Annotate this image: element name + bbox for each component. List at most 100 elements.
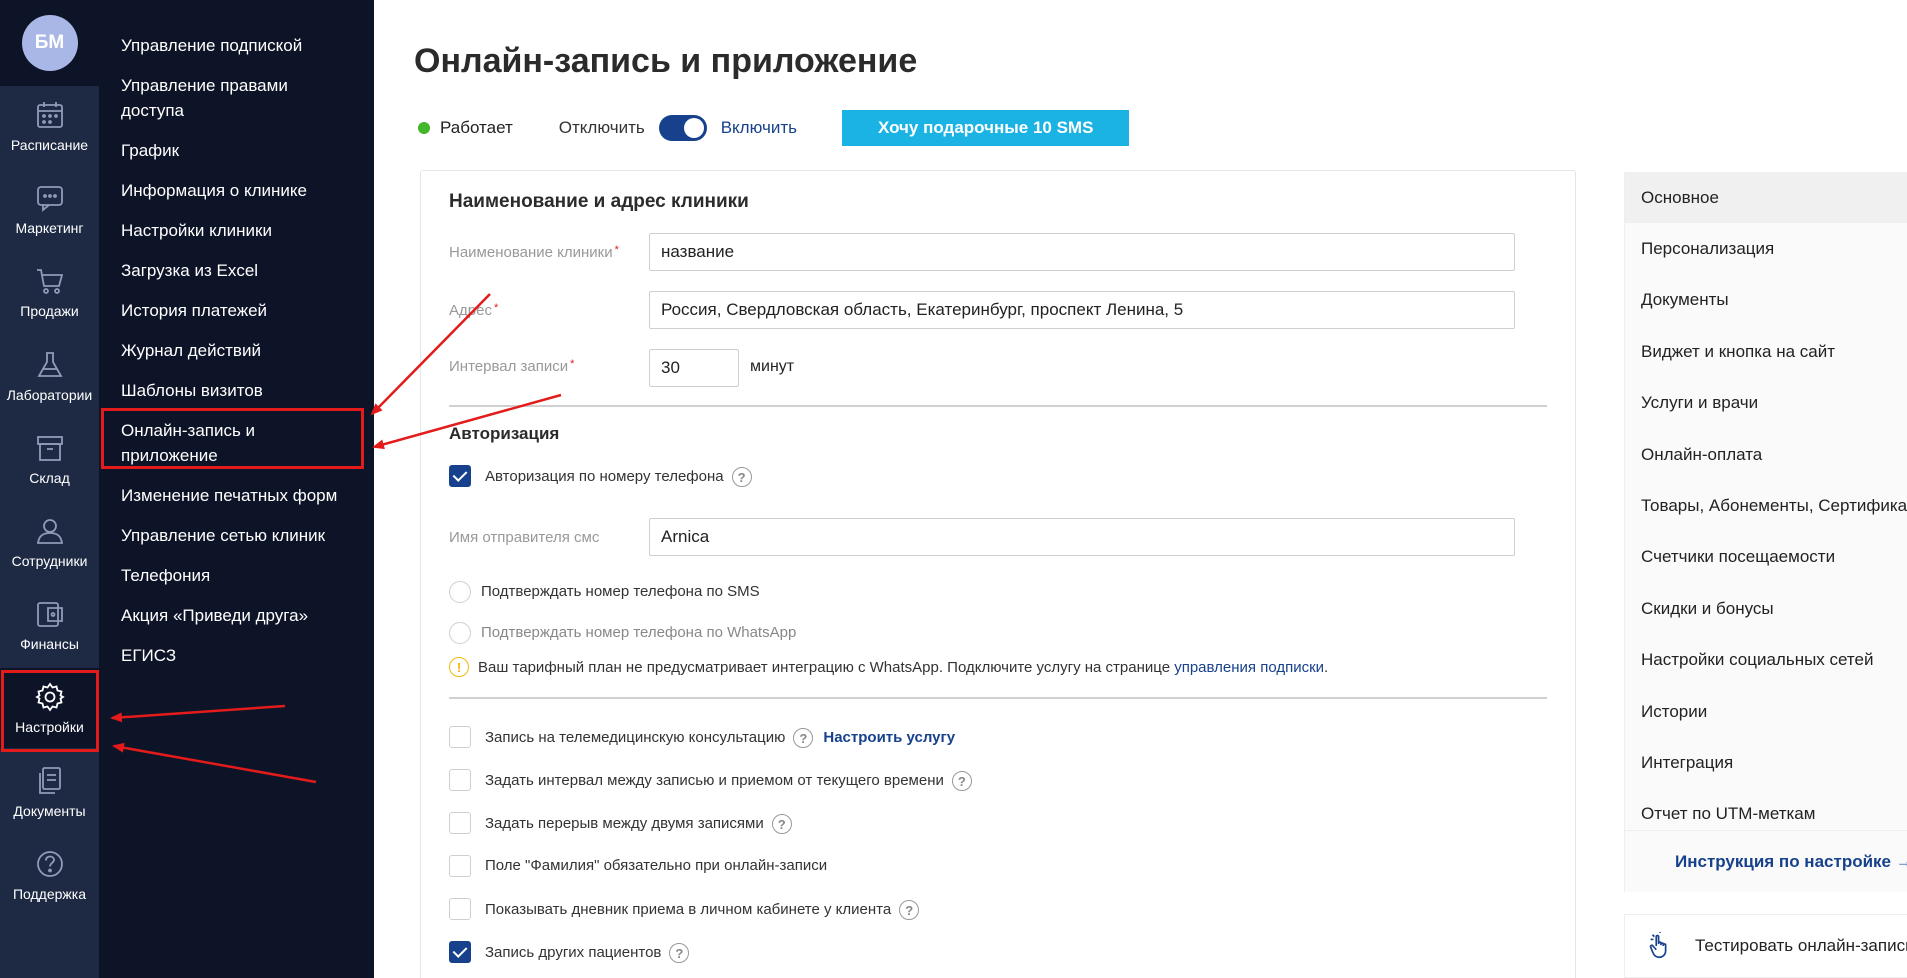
status-row: Работает Отключить Включить Хочу подароч… bbox=[418, 110, 1130, 146]
setup-instruction-link[interactable]: Инструкция по настройке → bbox=[1625, 830, 1907, 892]
main-content: Онлайн-запись и приложение Работает Откл… bbox=[374, 0, 1907, 978]
confirm-sms-radio[interactable] bbox=[449, 581, 471, 603]
section-nav: Основное Персонализация Документы Виджет… bbox=[1624, 172, 1907, 892]
submenu-telephony[interactable]: Телефония bbox=[99, 556, 374, 596]
rail-item-marketing[interactable]: Маркетинг bbox=[0, 169, 99, 249]
submenu-subscription[interactable]: Управление подпиской bbox=[99, 26, 374, 66]
telemed-checkbox[interactable] bbox=[449, 726, 471, 748]
nav-personalization[interactable]: Персонализация bbox=[1625, 223, 1907, 274]
break-between-checkbox[interactable] bbox=[449, 812, 471, 834]
nav-integration[interactable]: Интеграция bbox=[1625, 737, 1907, 788]
person-icon bbox=[36, 519, 63, 544]
option-label: Запись других пациентов? bbox=[485, 943, 690, 963]
avatar[interactable]: БМ bbox=[21, 15, 78, 71]
divider bbox=[449, 405, 1547, 407]
nav-online-payment[interactable]: Онлайн-оплата bbox=[1625, 429, 1907, 480]
settings-card: Наименование и адрес клиники Наименовани… bbox=[420, 170, 1576, 978]
rail-item-support[interactable]: Поддержка bbox=[0, 835, 99, 915]
wallet-icon bbox=[36, 602, 63, 627]
nav-stories[interactable]: Истории bbox=[1625, 686, 1907, 737]
nav-basic[interactable]: Основное bbox=[1625, 172, 1907, 224]
submenu-action-log[interactable]: Журнал действий bbox=[99, 331, 374, 371]
submenu-clinic-settings[interactable]: Настройки клиники bbox=[99, 211, 374, 251]
documents-icon bbox=[38, 767, 61, 794]
option-label: Задать интервал между записью и приемом … bbox=[485, 771, 972, 791]
gift-sms-button[interactable]: Хочу подарочные 10 SMS bbox=[841, 110, 1130, 146]
submenu-visit-templates[interactable]: Шаблоны визитов bbox=[99, 371, 374, 411]
rail-item-staff[interactable]: Сотрудники bbox=[0, 502, 99, 582]
nav-widget[interactable]: Виджет и кнопка на сайт bbox=[1625, 326, 1907, 377]
submenu-clinic-info[interactable]: Информация о клинике bbox=[99, 171, 374, 211]
submenu-schedule[interactable]: График bbox=[99, 131, 374, 171]
help-icon[interactable]: ? bbox=[793, 728, 814, 748]
status-dot bbox=[418, 122, 430, 134]
configure-service-link[interactable]: Настроить услугу bbox=[823, 729, 955, 746]
enable-label[interactable]: Включить bbox=[721, 118, 797, 138]
interval-from-now-checkbox[interactable] bbox=[449, 769, 471, 791]
test-booking-label: Тестировать онлайн-запись bbox=[1695, 936, 1907, 955]
help-icon[interactable]: ? bbox=[731, 467, 752, 487]
whatsapp-warning: ! Ваш тарифный план не предусматривает и… bbox=[449, 657, 1328, 677]
disable-label[interactable]: Отключить bbox=[559, 118, 645, 138]
submenu-online-booking[interactable]: Онлайн-запись и приложение bbox=[99, 411, 374, 476]
flask-icon bbox=[36, 352, 63, 377]
phone-auth-checkbox[interactable] bbox=[449, 465, 471, 487]
nav-social[interactable]: Настройки социальных сетей bbox=[1625, 635, 1907, 686]
sender-name-input[interactable]: Arnica bbox=[649, 518, 1515, 556]
sender-name-label: Имя отправителя смс bbox=[449, 529, 600, 546]
submenu-payment-history[interactable]: История платежей bbox=[99, 291, 374, 331]
visit-diary-checkbox[interactable] bbox=[449, 898, 471, 920]
option-label: Поле "Фамилия" обязательно при онлайн-за… bbox=[485, 857, 828, 874]
phone-auth-label: Авторизация по номеру телефона? bbox=[485, 467, 752, 487]
rail-item-sales[interactable]: Продажи bbox=[0, 252, 99, 332]
rail-item-finance[interactable]: Финансы bbox=[0, 585, 99, 665]
nav-counters[interactable]: Счетчики посещаемости bbox=[1625, 532, 1907, 583]
gear-icon bbox=[34, 682, 65, 712]
subscription-link[interactable]: управления подписки bbox=[1174, 659, 1324, 676]
nav-discounts[interactable]: Скидки и бонусы bbox=[1625, 583, 1907, 634]
rail-label: Продажи bbox=[20, 303, 79, 319]
rail-item-labs[interactable]: Лаборатории bbox=[0, 336, 99, 416]
nav-goods[interactable]: Товары, Абонементы, Сертификаты bbox=[1625, 480, 1907, 531]
rail-label: Расписание bbox=[10, 137, 89, 153]
rail-item-warehouse[interactable]: Склад bbox=[0, 419, 99, 499]
help-icon[interactable]: ? bbox=[951, 771, 972, 791]
icon-rail: БМ Расписание Маркетинг Продажи Лаборато… bbox=[0, 0, 99, 978]
rail-item-schedule[interactable]: Расписание bbox=[0, 86, 99, 166]
box-icon bbox=[36, 436, 63, 461]
rail-label: Поддержка bbox=[12, 886, 87, 902]
help-icon[interactable]: ? bbox=[899, 900, 920, 920]
help-icon[interactable]: ? bbox=[771, 814, 792, 834]
rail-label: Настройки bbox=[15, 719, 84, 735]
surname-required-checkbox[interactable] bbox=[449, 855, 471, 877]
cart-icon bbox=[36, 269, 63, 294]
submenu-print-forms[interactable]: Изменение печатных форм bbox=[99, 476, 374, 516]
interval-input[interactable]: 30 bbox=[649, 349, 739, 387]
submenu-refer-friend[interactable]: Акция «Приведи друга» bbox=[99, 596, 374, 636]
confirm-whatsapp-radio[interactable] bbox=[449, 622, 471, 644]
rail-item-settings[interactable]: Настройки bbox=[0, 668, 99, 748]
clinic-name-input[interactable]: название bbox=[649, 233, 1515, 271]
rail-label: Склад bbox=[29, 470, 70, 486]
help-icon[interactable]: ? bbox=[669, 943, 690, 963]
submenu-access-rights[interactable]: Управление правами доступа bbox=[99, 66, 374, 131]
nav-documents[interactable]: Документы bbox=[1625, 275, 1907, 326]
toggle-knob bbox=[683, 118, 704, 138]
submenu-egisz[interactable]: ЕГИСЗ bbox=[99, 636, 374, 676]
test-booking-button[interactable]: Тестировать онлайн-запись bbox=[1624, 914, 1907, 978]
nav-services-doctors[interactable]: Услуги и врачи bbox=[1625, 378, 1907, 429]
address-input[interactable]: Россия, Свердловская область, Екатеринбу… bbox=[649, 291, 1515, 329]
submenu-clinic-network[interactable]: Управление сетью клиник bbox=[99, 516, 374, 556]
auth-section-title: Авторизация bbox=[449, 424, 560, 443]
submenu-excel-import[interactable]: Загрузка из Excel bbox=[99, 251, 374, 291]
clinic-section-title: Наименование и адрес клиники bbox=[449, 191, 749, 212]
settings-submenu: Управление подпиской Управление правами … bbox=[99, 0, 374, 978]
confirm-sms-label: Подтверждать номер телефона по SMS bbox=[481, 583, 760, 600]
other-patients-checkbox[interactable] bbox=[449, 941, 471, 963]
option-label: Задать перерыв между двумя записями? bbox=[485, 814, 792, 834]
rail-item-documents[interactable]: Документы bbox=[0, 752, 99, 832]
clinic-name-label: Наименование клиники * bbox=[449, 244, 619, 261]
avatar-area: БМ bbox=[0, 0, 99, 86]
booking-toggle[interactable] bbox=[658, 115, 707, 141]
interval-label: Интервал записи * bbox=[449, 358, 575, 375]
